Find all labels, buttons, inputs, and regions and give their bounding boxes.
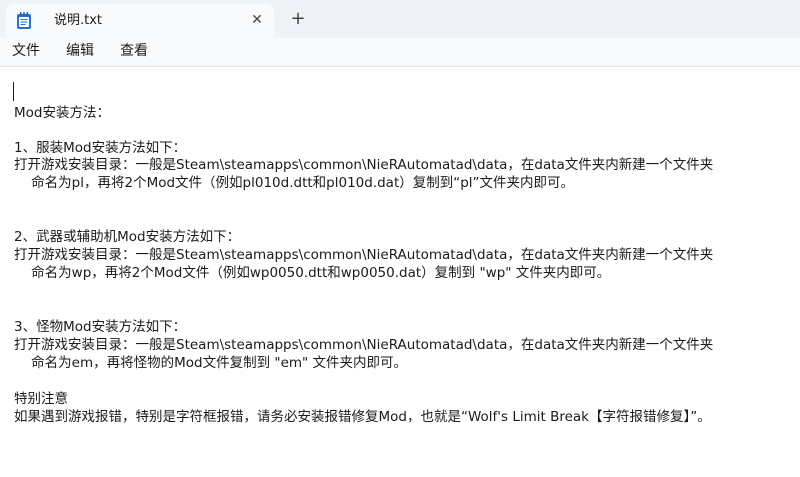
menu-edit[interactable]: 编辑 [66,42,94,60]
notepad-icon [16,12,32,30]
doc-line: 命名为pl，再将2个Mod文件（例如pl010d.dtt和pl010d.dat）… [14,175,575,191]
menu-view[interactable]: 查看 [120,42,148,60]
doc-line: 特别注意 [14,391,68,407]
tab-title: 说明.txt [54,13,103,28]
doc-line: 如果遇到游戏报错，特别是字符框报错，请务必安装报错修复Mod，也就是“Wolf'… [14,409,711,425]
close-icon[interactable]: ✕ [248,11,266,29]
title-bar: 说明.txt ✕ + [0,0,800,38]
tab-document[interactable]: 说明.txt ✕ [6,4,274,38]
doc-line: 打开游戏安装目录：一般是Steam\steamapps\common\NieRA… [14,157,714,173]
doc-line: 打开游戏安装目录：一般是Steam\steamapps\common\NieRA… [14,337,714,353]
doc-line: 命名为wp，再将2个Mod文件（例如wp0050.dtt和wp0050.dat）… [14,265,611,281]
text-editor[interactable]: Mod安装方法： 1、服装Mod安装方法如下： 打开游戏安装目录：一般是Stea… [0,67,800,477]
menu-bar: 文件 编辑 查看 [0,38,800,67]
text-caret [13,82,14,101]
doc-line: Mod安装方法： [14,105,110,121]
menu-file[interactable]: 文件 [12,42,40,60]
add-tab-button[interactable]: + [288,9,308,29]
doc-line: 命名为em，再将怪物的Mod文件复制到 "em" 文件夹内即可。 [14,355,408,371]
doc-line: 2、武器或辅助机Mod安装方法如下： [14,229,241,245]
doc-line: 3、怪物Mod安装方法如下： [14,319,187,335]
doc-line: 打开游戏安装目录：一般是Steam\steamapps\common\NieRA… [14,247,714,263]
doc-line: 1、服装Mod安装方法如下： [14,140,187,156]
